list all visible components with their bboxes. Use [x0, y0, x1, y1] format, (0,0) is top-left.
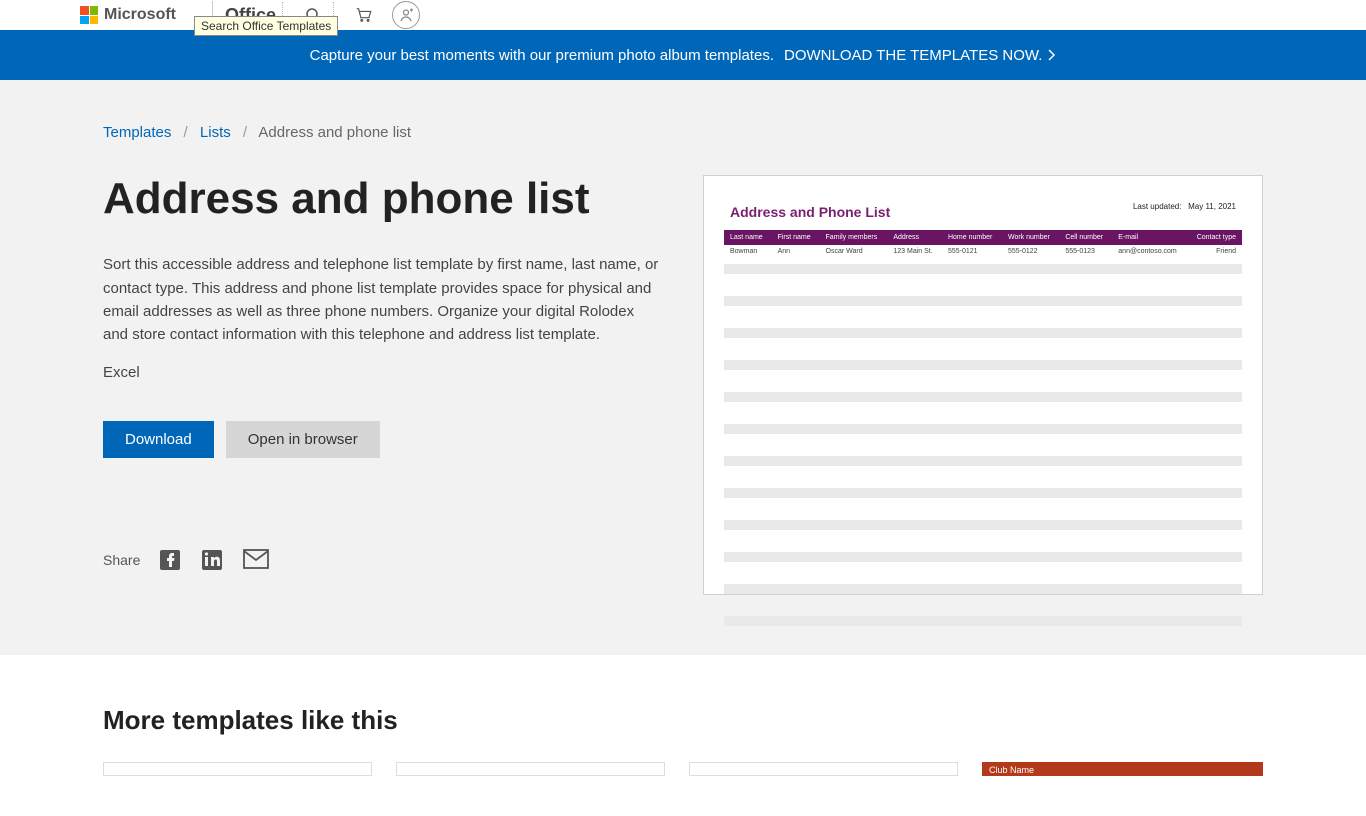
page-title: Address and phone list: [103, 175, 663, 223]
breadcrumb-current: Address and phone list: [258, 124, 411, 141]
preview-last-updated: Last updated: May 11, 2021: [1133, 202, 1236, 211]
breadcrumb-templates[interactable]: Templates: [103, 124, 171, 141]
template-description: Sort this accessible address and telepho…: [103, 253, 663, 346]
promo-banner: Capture your best moments with our premi…: [0, 30, 1366, 80]
app-name: Excel: [103, 364, 663, 381]
main-content: Templates / Lists / Address and phone li…: [0, 80, 1366, 655]
promo-cta-link[interactable]: DOWNLOAD THE TEMPLATES NOW.: [784, 47, 1056, 64]
account-icon[interactable]: [392, 1, 420, 29]
more-templates-section: More templates like this Club Name: [0, 655, 1366, 816]
related-template-card[interactable]: Club Name: [982, 762, 1263, 776]
chevron-right-icon: [1048, 49, 1056, 61]
promo-text: Capture your best moments with our premi…: [310, 47, 774, 64]
template-preview: Last updated: May 11, 2021 Address and P…: [703, 175, 1263, 595]
mail-icon[interactable]: [242, 548, 266, 572]
share-row: Share: [103, 548, 663, 572]
promo-cta-text: DOWNLOAD THE TEMPLATES NOW.: [784, 47, 1042, 64]
linkedin-icon[interactable]: [200, 548, 224, 572]
breadcrumb-sep: /: [184, 124, 188, 141]
card-label: Club Name: [989, 765, 1034, 775]
download-button[interactable]: Download: [103, 421, 214, 458]
top-navbar: Microsoft Office Search Office Templates: [0, 0, 1366, 30]
cart-icon[interactable]: [350, 1, 378, 29]
breadcrumb-lists[interactable]: Lists: [200, 124, 231, 141]
preview-table: Last nameFirst name Family membersAddres…: [724, 230, 1242, 258]
microsoft-logo-icon: [80, 6, 98, 24]
related-template-card[interactable]: [689, 762, 958, 776]
breadcrumb: Templates / Lists / Address and phone li…: [103, 124, 1263, 141]
table-row: BowmanAnn Oscar Ward123 Main St. 555-012…: [724, 245, 1242, 258]
related-template-card[interactable]: [103, 762, 372, 776]
breadcrumb-sep: /: [243, 124, 247, 141]
more-templates-heading: More templates like this: [103, 705, 1263, 736]
search-tooltip: Search Office Templates: [194, 16, 338, 36]
related-template-card[interactable]: [396, 762, 665, 776]
open-in-browser-button[interactable]: Open in browser: [226, 421, 380, 458]
facebook-icon[interactable]: [158, 548, 182, 572]
microsoft-brand-text: Microsoft: [104, 6, 176, 24]
share-label: Share: [103, 552, 140, 568]
microsoft-logo[interactable]: Microsoft: [80, 6, 176, 24]
